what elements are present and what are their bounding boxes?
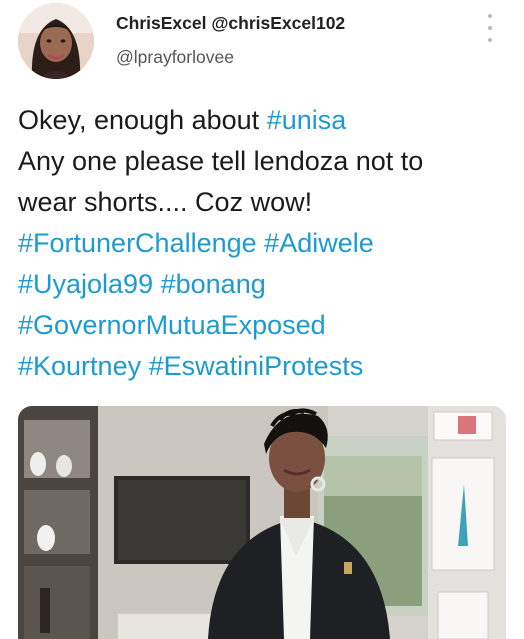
- hashtag-link[interactable]: #Uyajola99: [18, 269, 153, 299]
- hashtag-link[interactable]: #FortunerChallenge: [18, 228, 257, 258]
- tweet-line: #Uyajola99 #bonang: [18, 264, 518, 305]
- hashtag-link[interactable]: #GovernorMutuaExposed: [18, 310, 326, 340]
- tweet-text-segment: Okey, enough about: [18, 105, 267, 135]
- photo-image: [18, 406, 506, 639]
- hashtag-link[interactable]: #unisa: [267, 105, 347, 135]
- reply-to-handle[interactable]: @lprayforlovee: [116, 47, 234, 68]
- tweet-line: #GovernorMutuaExposed: [18, 305, 518, 346]
- tweet-text-segment: Any one please tell lendoza not to: [18, 146, 424, 176]
- tweet-line: #Kourtney #EswatiniProtests: [18, 346, 518, 387]
- more-vertical-icon[interactable]: [486, 14, 494, 42]
- tweet-photo[interactable]: [18, 406, 506, 639]
- tweet-text: Okey, enough about #unisa Any one please…: [18, 100, 518, 387]
- hashtag-link[interactable]: #EswatiniProtests: [149, 351, 364, 381]
- tweet-line: #FortunerChallenge #Adiwele: [18, 223, 518, 264]
- display-name[interactable]: ChrisExcel: [116, 13, 206, 33]
- author-handle[interactable]: @chrisExcel102: [211, 13, 345, 33]
- hashtag-link[interactable]: #Kourtney: [18, 351, 141, 381]
- tweet-line: wear shorts.... Coz wow!: [18, 182, 518, 223]
- avatar-image: [18, 3, 94, 79]
- author-header[interactable]: ChrisExcel @chrisExcel102: [116, 13, 345, 34]
- tweet-line: Any one please tell lendoza not to: [18, 141, 518, 182]
- avatar[interactable]: [18, 3, 94, 79]
- tweet-card: ChrisExcel @chrisExcel102 @lprayforlovee…: [0, 0, 524, 639]
- tweet-line: Okey, enough about #unisa: [18, 100, 518, 141]
- tweet-text-segment: wear shorts.... Coz wow!: [18, 187, 313, 217]
- hashtag-link[interactable]: #bonang: [161, 269, 266, 299]
- hashtag-link[interactable]: #Adiwele: [264, 228, 374, 258]
